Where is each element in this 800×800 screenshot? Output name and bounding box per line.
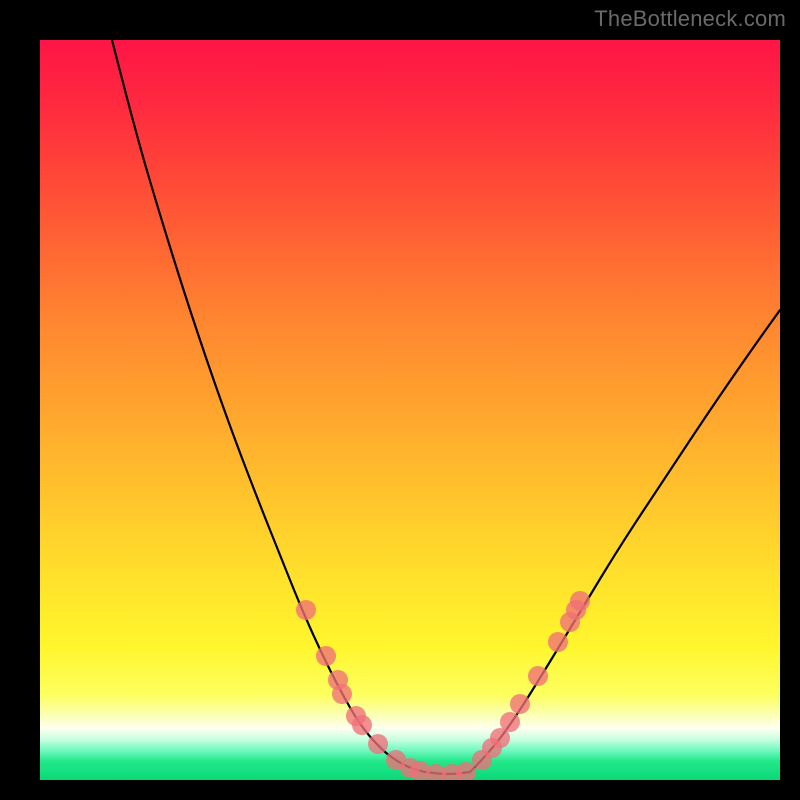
chart-svg — [40, 40, 780, 780]
series-left-curve — [112, 40, 425, 772]
watermark-label: TheBottleneck.com — [594, 6, 786, 32]
data-point — [352, 715, 372, 735]
chart-frame: TheBottleneck.com — [0, 0, 800, 800]
data-point — [332, 684, 352, 704]
data-point — [456, 762, 476, 780]
data-point — [528, 666, 548, 686]
data-point — [510, 694, 530, 714]
plot-gradient-background — [40, 40, 780, 780]
data-point — [316, 646, 336, 666]
data-point — [548, 632, 568, 652]
data-point — [570, 591, 590, 611]
data-point — [368, 734, 388, 754]
data-point — [296, 600, 316, 620]
marker-layer — [296, 591, 590, 780]
data-point — [500, 712, 520, 732]
curve-layer — [112, 40, 780, 774]
